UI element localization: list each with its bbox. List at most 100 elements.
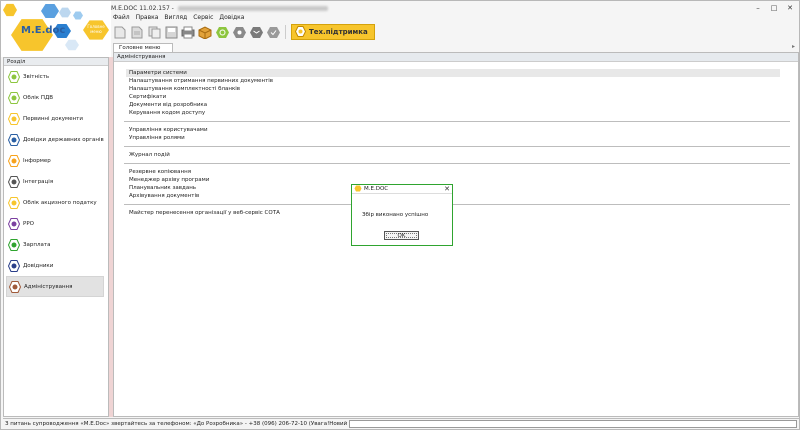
- copy-icon[interactable]: [147, 25, 161, 39]
- package-icon[interactable]: [198, 25, 212, 39]
- menu-bar: Файл Правка Вигляд Сервіс Довідка: [113, 14, 244, 21]
- admin-links: Параметри системи Налаштування отримання …: [114, 62, 798, 217]
- sidebar-item-8[interactable]: Зарплата: [6, 234, 104, 255]
- tech-support-button[interactable]: Тех.підтримка: [291, 24, 375, 40]
- window-title: M.E.DOC 11.02.157 -: [111, 4, 174, 12]
- tab-main-menu[interactable]: Головне меню: [113, 43, 173, 52]
- sidebar-item-10[interactable]: Адміністрування: [6, 276, 104, 297]
- admin-link[interactable]: Параметри системи: [126, 69, 780, 77]
- link-group: Параметри системи Налаштування отримання …: [114, 69, 798, 117]
- toolbar: Тех.підтримка: [113, 23, 375, 41]
- admin-icon: [9, 280, 21, 293]
- sidebar-item-4[interactable]: Інформер: [6, 150, 104, 171]
- sidebar-item-0[interactable]: Звітність: [6, 66, 104, 87]
- mail-hex-icon[interactable]: [249, 25, 263, 39]
- hex-decor: [41, 3, 59, 19]
- sidebar-items: Звітність Облік ПДВ Первинні документи Дові…: [4, 66, 108, 297]
- group-divider: [124, 163, 790, 164]
- menu-view[interactable]: Вигляд: [164, 14, 187, 21]
- print-icon[interactable]: [181, 25, 195, 39]
- status-field: [349, 419, 797, 428]
- admin-link[interactable]: Майстер перенесення організації у веб-се…: [129, 209, 798, 217]
- directory-icon: [8, 259, 20, 272]
- sidebar-item-7[interactable]: РРО: [6, 213, 104, 234]
- sidebar-item-label: Зарплата: [23, 241, 51, 248]
- app-window: M.E.doc Головне меню M.E.DOC 11.02.157 -…: [0, 0, 800, 430]
- logo-text: M.E.doc: [21, 25, 66, 36]
- tech-support-label: Тех.підтримка: [309, 28, 368, 36]
- app-logo: M.E.doc Головне меню: [1, 1, 111, 57]
- admin-link[interactable]: Архівування документів: [129, 192, 798, 200]
- vat-icon: [8, 91, 20, 104]
- toolbar-separator: [285, 25, 286, 39]
- status-bar: З питань супроводження «M.E.Doc» звертай…: [3, 418, 799, 428]
- close-window-button[interactable]: ✕: [783, 3, 797, 13]
- main-menu-badge[interactable]: Головне меню: [83, 20, 109, 40]
- sidebar-item-2[interactable]: Первинні документи: [6, 108, 104, 129]
- salary-icon: [8, 238, 20, 251]
- sidebar-item-label: Адміністрування: [24, 283, 73, 290]
- section-header: Адміністрування: [114, 53, 798, 62]
- sidebar-item-label: Інформер: [23, 157, 51, 164]
- menu-help[interactable]: Довідка: [219, 14, 244, 21]
- save-icon[interactable]: [164, 25, 178, 39]
- sidebar-item-5[interactable]: Інтеграція: [6, 171, 104, 192]
- admin-link[interactable]: Управління ролями: [129, 134, 798, 142]
- sidebar-header: Розділ: [4, 58, 108, 66]
- window-title-redacted: [177, 5, 328, 11]
- admin-link[interactable]: Журнал подій: [129, 151, 798, 159]
- sidebar-item-6[interactable]: Облік акцизного податку: [6, 192, 104, 213]
- admin-link[interactable]: Планувальник завдань: [129, 184, 798, 192]
- sidebar-item-label: РРО: [23, 220, 34, 227]
- sidebar-item-1[interactable]: Облік ПДВ: [6, 87, 104, 108]
- report-icon: [8, 70, 20, 83]
- gov-icon: [8, 133, 20, 146]
- admin-link[interactable]: Сертифікати: [129, 93, 798, 101]
- tab-strip: Головне меню ▸: [113, 43, 799, 52]
- admin-link[interactable]: Налаштування комплектності бланків: [129, 85, 798, 93]
- title-bar: M.E.DOC 11.02.157 - – □ ✕: [111, 3, 799, 13]
- new-document-icon[interactable]: [113, 25, 127, 39]
- link-group: Майстер перенесення організації у веб-се…: [114, 209, 798, 217]
- support-hex-icon: [294, 25, 307, 39]
- refresh-icon[interactable]: [215, 25, 229, 39]
- window-controls: – □ ✕: [751, 3, 797, 13]
- admin-link[interactable]: Документи від розробника: [129, 101, 798, 109]
- menu-service[interactable]: Сервіс: [193, 14, 213, 21]
- maximize-button[interactable]: □: [767, 3, 781, 13]
- link-group: Журнал подій: [114, 151, 798, 159]
- open-document-icon[interactable]: [130, 25, 144, 39]
- support-phone-text: З питань супроводження «M.E.Doc» звертай…: [5, 420, 349, 427]
- sidebar-item-label: Звітність: [23, 73, 50, 80]
- menu-edit[interactable]: Правка: [136, 14, 159, 21]
- admin-link[interactable]: Управління користувачами: [129, 126, 798, 134]
- tab-overflow-button[interactable]: ▸: [792, 43, 795, 50]
- dialog-message: Збір виконано успішно: [362, 212, 429, 218]
- sidebar-item-9[interactable]: Довідники: [6, 255, 104, 276]
- sidebar-item-label: Облік акцизного податку: [23, 199, 97, 206]
- sidebar: Розділ Звітність Облік ПДВ Первинні докуме…: [3, 57, 109, 417]
- admin-link[interactable]: Налаштування отримання первинних докумен…: [129, 77, 798, 85]
- group-divider: [124, 146, 790, 147]
- ok-button[interactable]: OK: [384, 231, 419, 240]
- sidebar-item-label: Облік ПДВ: [23, 94, 54, 101]
- admin-link[interactable]: Керування кодом доступу: [129, 109, 798, 117]
- sidebar-item-label: Інтеграція: [23, 178, 54, 185]
- admin-link[interactable]: Менеджер архіву програми: [129, 176, 798, 184]
- menu-file[interactable]: Файл: [113, 14, 130, 21]
- documents-icon: [8, 112, 20, 125]
- dialog-title-bar: M.E.DOC ✕: [352, 185, 452, 194]
- dialog-close-icon[interactable]: ✕: [444, 185, 450, 194]
- hex-decor: [65, 39, 79, 51]
- check-hex-icon[interactable]: [266, 25, 280, 39]
- link-group: Управління користувачами Управління ролям…: [114, 126, 798, 142]
- hex-decor: [3, 3, 17, 17]
- minimize-button[interactable]: –: [751, 3, 765, 13]
- message-dialog: M.E.DOC ✕ Збір виконано успішно OK: [351, 184, 453, 246]
- sidebar-item-3[interactable]: Довідки державних органів: [6, 129, 104, 150]
- sidebar-item-label: Довідки державних органів: [23, 136, 104, 143]
- settings-hex-icon[interactable]: [232, 25, 246, 39]
- link-group: Резервне копіювання Менеджер архіву прогр…: [114, 168, 798, 200]
- admin-link[interactable]: Резервне копіювання: [129, 168, 798, 176]
- dialog-app-icon: [354, 185, 362, 194]
